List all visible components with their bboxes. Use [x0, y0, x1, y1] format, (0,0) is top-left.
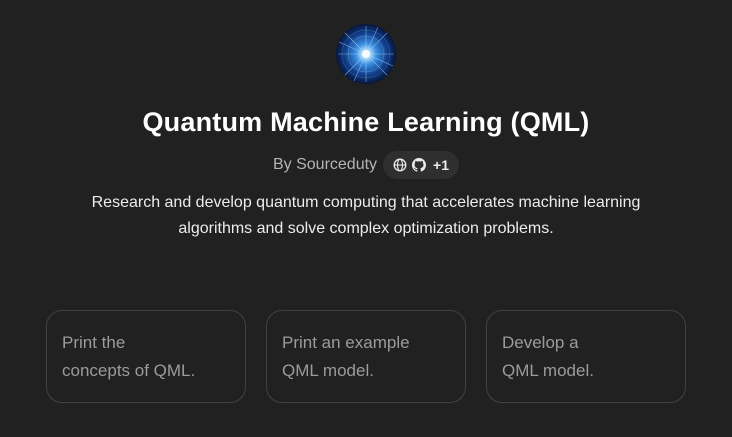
github-icon	[412, 158, 427, 172]
gpt-title: Quantum Machine Learning (QML)	[142, 107, 590, 137]
links-pill-button[interactable]: +1	[383, 151, 460, 179]
starter-button[interactable]: Print an example QML model.	[266, 310, 466, 403]
gpt-description: Research and develop quantum computing t…	[91, 194, 641, 237]
starter-text-line: QML model.	[502, 361, 594, 380]
avatar	[336, 24, 396, 84]
byline: By Sourceduty +1	[0, 151, 732, 179]
starter-text-line: QML model.	[282, 361, 374, 380]
gpt-landing: Quantum Machine Learning (QML) By Source…	[0, 0, 732, 437]
conversation-starters: Print the concepts of QML. Print an exam…	[46, 310, 686, 403]
starter-button[interactable]: Print the concepts of QML.	[46, 310, 246, 403]
globe-icon	[393, 158, 407, 172]
starter-text-line: Print the	[62, 333, 126, 352]
starter-button[interactable]: Develop a QML model.	[486, 310, 686, 403]
author-label: By Sourceduty	[272, 156, 378, 173]
starter-text-line: Develop a	[502, 333, 579, 352]
starter-text-line: concepts of QML.	[62, 361, 196, 380]
more-links-count: +1	[433, 157, 450, 173]
starter-text-line: Print an example	[282, 333, 410, 352]
quantum-orb-image	[336, 24, 396, 84]
